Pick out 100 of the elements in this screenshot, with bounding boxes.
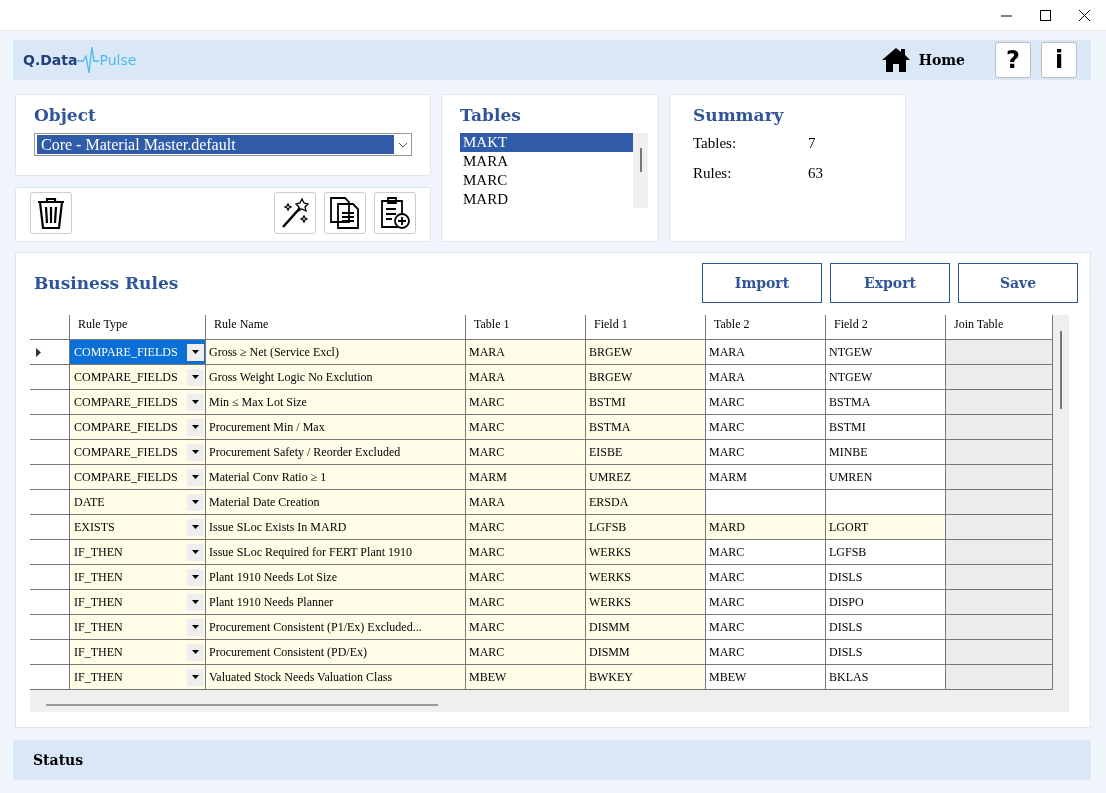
rule-type-dropdown[interactable]: IF_THEN bbox=[70, 590, 206, 615]
table-cell: MARC bbox=[706, 640, 826, 665]
action-button[interactable]: Import bbox=[702, 263, 822, 303]
table-cell: Plant 1910 Needs Lot Size bbox=[206, 565, 466, 590]
rule-type-dropdown[interactable]: COMPARE_FIELDS bbox=[70, 415, 206, 440]
summary-label: Rules: bbox=[693, 165, 733, 182]
caret-icon bbox=[187, 368, 204, 386]
table-cell: Material Date Creation bbox=[206, 490, 466, 515]
list-item[interactable]: MARA bbox=[460, 152, 633, 171]
table-cell: DISLS bbox=[826, 565, 946, 590]
table-cell: DISLS bbox=[826, 640, 946, 665]
table-cell: WERKS bbox=[586, 540, 706, 565]
table-cell: MARC bbox=[706, 440, 826, 465]
rule-type-dropdown[interactable]: IF_THEN bbox=[70, 615, 206, 640]
table-cell: NTGEW bbox=[826, 340, 946, 365]
table-cell: BRGEW bbox=[586, 340, 706, 365]
table-cell: Plant 1910 Needs Planner bbox=[206, 590, 466, 615]
rule-type-dropdown[interactable]: IF_THEN bbox=[70, 640, 206, 665]
table-cell: Min ≤ Max Lot Size bbox=[206, 390, 466, 415]
close-icon[interactable] bbox=[1079, 9, 1090, 21]
caret-icon bbox=[187, 468, 204, 486]
rule-type-dropdown[interactable]: COMPARE_FIELDS bbox=[70, 340, 206, 365]
pulse-icon bbox=[77, 46, 100, 74]
table-cell: MARC bbox=[706, 590, 826, 615]
table-cell: LGFSB bbox=[826, 540, 946, 565]
caret-icon bbox=[187, 618, 204, 636]
table-cell: BSTMI bbox=[586, 390, 706, 415]
table-cell: MARA bbox=[466, 340, 586, 365]
table-cell: BKLAS bbox=[826, 665, 946, 690]
table-cell: MARC bbox=[706, 415, 826, 440]
table-cell: WERKS bbox=[586, 590, 706, 615]
trash-button[interactable] bbox=[30, 192, 72, 234]
info-button[interactable]: i bbox=[1041, 42, 1077, 78]
caret-icon bbox=[187, 393, 204, 411]
table-cell: MARC bbox=[706, 540, 826, 565]
table-cell: Gross ≥ Net (Service Excl) bbox=[206, 340, 466, 365]
row-header bbox=[30, 565, 70, 590]
tables-list[interactable]: MAKT MARA MARC MARD bbox=[460, 133, 648, 208]
rule-type-dropdown[interactable]: COMPARE_FIELDS bbox=[70, 390, 206, 415]
panel-title: Object bbox=[34, 105, 97, 125]
table-cell: WERKS bbox=[586, 565, 706, 590]
row-header bbox=[30, 490, 70, 515]
list-item[interactable]: MARD bbox=[460, 190, 633, 209]
caret-icon bbox=[187, 493, 204, 511]
logo-text: Pulse bbox=[99, 52, 137, 68]
table-cell: UMREN bbox=[826, 465, 946, 490]
home-button[interactable]: Home bbox=[880, 47, 965, 73]
copy-button[interactable] bbox=[324, 192, 366, 234]
table-cell: BRGEW bbox=[586, 365, 706, 390]
action-button[interactable]: Export bbox=[830, 263, 950, 303]
caret-icon bbox=[187, 518, 204, 536]
column-header: Table 2 bbox=[706, 315, 826, 340]
list-item[interactable]: MARC bbox=[460, 171, 633, 190]
list-item[interactable]: MAKT bbox=[460, 133, 633, 152]
table-cell: UMREZ bbox=[586, 465, 706, 490]
magic-wand-button[interactable] bbox=[274, 192, 316, 234]
rule-type-dropdown[interactable]: IF_THEN bbox=[70, 565, 206, 590]
status-bar: Status bbox=[13, 740, 1091, 780]
panel-title: Summary bbox=[693, 105, 785, 125]
action-button[interactable]: Save bbox=[958, 263, 1078, 303]
rule-type-dropdown[interactable]: COMPARE_FIELDS bbox=[70, 465, 206, 490]
table-cell: BSTMI bbox=[826, 415, 946, 440]
caret-icon bbox=[187, 668, 204, 686]
home-icon bbox=[880, 47, 911, 73]
table-cell: LGFSB bbox=[586, 515, 706, 540]
table-cell: ERSDA bbox=[586, 490, 706, 515]
object-dropdown[interactable]: Core - Material Master.default bbox=[34, 133, 412, 156]
help-button[interactable]: ? bbox=[995, 42, 1031, 78]
panel-title: Tables bbox=[460, 105, 522, 125]
table-cell: MARC bbox=[706, 615, 826, 640]
rule-type-dropdown[interactable]: COMPARE_FIELDS bbox=[70, 440, 206, 465]
rule-type-dropdown[interactable]: EXISTS bbox=[70, 515, 206, 540]
table-cell: MARC bbox=[466, 390, 586, 415]
row-header bbox=[30, 615, 70, 640]
caret-icon bbox=[187, 593, 204, 611]
table-cell: Issue SLoc Exists In MARD bbox=[206, 515, 466, 540]
table-cell: LGORT bbox=[826, 515, 946, 540]
row-header bbox=[30, 540, 70, 565]
rule-type-dropdown[interactable]: IF_THEN bbox=[70, 665, 206, 690]
table-cell: MARC bbox=[466, 515, 586, 540]
table-cell: MARC bbox=[706, 390, 826, 415]
summary-value: 63 bbox=[808, 165, 824, 182]
table-cell: MARA bbox=[466, 365, 586, 390]
caret-icon bbox=[187, 343, 204, 361]
rule-type-dropdown[interactable]: IF_THEN bbox=[70, 540, 206, 565]
rule-type-dropdown[interactable]: COMPARE_FIELDS bbox=[70, 365, 206, 390]
table-cell: MARC bbox=[466, 415, 586, 440]
table-cell: Procurement Consistent (P1/Ex) Excluded... bbox=[206, 615, 466, 640]
rule-type-dropdown[interactable]: DATE bbox=[70, 490, 206, 515]
table-cell: MARC bbox=[466, 590, 586, 615]
caret-icon bbox=[187, 443, 204, 461]
column-header: Field 2 bbox=[826, 315, 946, 340]
table-cell: BSTMA bbox=[586, 415, 706, 440]
row-header bbox=[30, 465, 70, 490]
clipboard-add-button[interactable] bbox=[374, 192, 416, 234]
maximize-icon[interactable] bbox=[1040, 9, 1051, 21]
table-cell: MARC bbox=[466, 565, 586, 590]
chevron-down-icon bbox=[398, 141, 408, 148]
row-header bbox=[30, 440, 70, 465]
table-cell: EISBE bbox=[586, 440, 706, 465]
